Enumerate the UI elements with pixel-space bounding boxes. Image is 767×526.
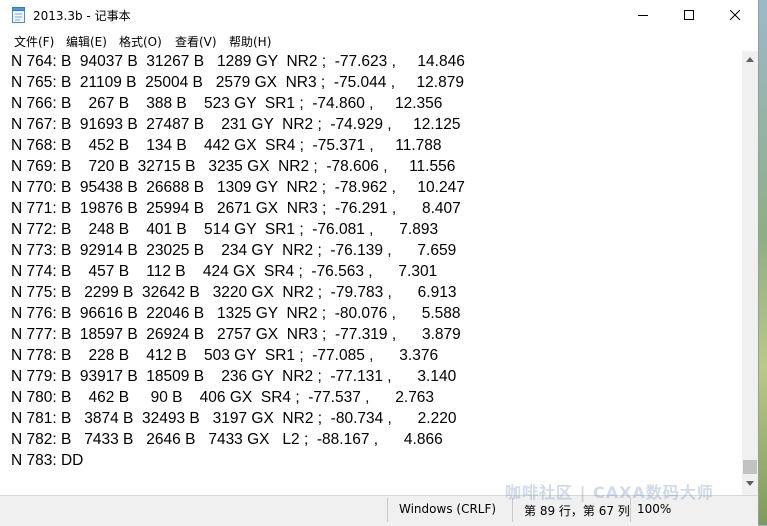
menu-bar: 文件(F) 编辑(E) 格式(O) 查看(V) 帮助(H) (0, 30, 758, 50)
chevron-down-icon (746, 480, 754, 486)
scrollbar-thumb[interactable] (743, 460, 757, 474)
minimize-icon (638, 15, 648, 16)
text-line: N 781: B 3874 B 32493 B 3197 GX NR2 ; -8… (11, 410, 457, 427)
text-line: N 778: B 228 B 412 B 503 GY SR1 ; -77.08… (11, 347, 439, 364)
notepad-window: 2013.3b - 记事本 文件(F) 编辑(E) 格式(O) 查看(V) 帮助… (0, 0, 759, 526)
status-zoom: 100% (637, 502, 672, 516)
text-line: N 772: B 248 B 401 B 514 GY SR1 ; -76.08… (11, 221, 439, 238)
text-line: N 776: B 96616 B 22046 B 1325 GY NR2 ; -… (11, 305, 461, 322)
notepad-icon (12, 7, 25, 23)
text-line: N 782: B 7433 B 2646 B 7433 GX L2 ; -88.… (11, 431, 443, 448)
text-line: N 775: B 2299 B 32642 B 3220 GX NR2 ; -7… (11, 284, 457, 301)
text-line: N 783: DD (11, 452, 84, 469)
menu-help[interactable]: 帮助(H) (229, 33, 271, 50)
status-cursor-position: 第 89 行，第 67 列 (524, 504, 630, 518)
title-bar[interactable]: 2013.3b - 记事本 (0, 0, 758, 30)
scroll-down-button[interactable] (742, 475, 758, 491)
text-line: N 765: B 21109 B 25004 B 2579 GX NR3 ; -… (11, 74, 464, 91)
text-line: N 770: B 95438 B 26688 B 1309 GY NR2 ; -… (11, 179, 465, 196)
close-icon (730, 10, 740, 20)
text-line: N 774: B 457 B 112 B 424 GX SR4 ; -76.56… (11, 263, 438, 280)
close-button[interactable] (712, 0, 758, 30)
menu-edit[interactable]: 编辑(E) (66, 33, 107, 50)
menu-file[interactable]: 文件(F) (14, 33, 54, 50)
text-line: N 779: B 93917 B 18509 B 236 GY NR2 ; -7… (11, 368, 457, 385)
vertical-scrollbar[interactable] (742, 51, 758, 491)
text-line: N 766: B 267 B 388 B 523 GY SR1 ; -74.86… (11, 95, 443, 112)
maximize-icon (684, 10, 694, 20)
menu-format[interactable]: 格式(O) (119, 33, 162, 50)
menu-view[interactable]: 查看(V) (175, 33, 217, 50)
text-editor-area[interactable]: N 764: B 94037 B 31267 B 1289 GY NR2 ; -… (0, 51, 742, 491)
chevron-up-icon (746, 56, 754, 62)
text-line: N 764: B 94037 B 31267 B 1289 GY NR2 ; -… (11, 53, 465, 70)
watermark: 咖啡社区 | CAXA数码大师 (505, 483, 714, 502)
status-divider (387, 498, 388, 522)
status-encoding: Windows (CRLF) (399, 502, 497, 516)
text-line: N 767: B 91693 B 27487 B 231 GY NR2 ; -7… (11, 116, 461, 133)
text-line: N 768: B 452 B 134 B 442 GX SR4 ; -75.37… (11, 137, 442, 154)
minimize-button[interactable] (620, 0, 666, 30)
text-line: N 777: B 18597 B 26924 B 2757 GX NR3 ; -… (11, 326, 461, 343)
text-line: N 773: B 92914 B 23025 B 234 GY NR2 ; -7… (11, 242, 457, 259)
text-line: N 771: B 19876 B 25994 B 2671 GX NR3 ; -… (11, 200, 461, 217)
window-title: 2013.3b - 记事本 (33, 9, 131, 23)
text-line: N 780: B 462 B 90 B 406 GX SR4 ; -77.537… (11, 389, 435, 406)
maximize-button[interactable] (666, 0, 712, 30)
scroll-up-button[interactable] (742, 51, 758, 67)
text-line: N 769: B 720 B 32715 B 3235 GX NR2 ; -78… (11, 158, 456, 175)
